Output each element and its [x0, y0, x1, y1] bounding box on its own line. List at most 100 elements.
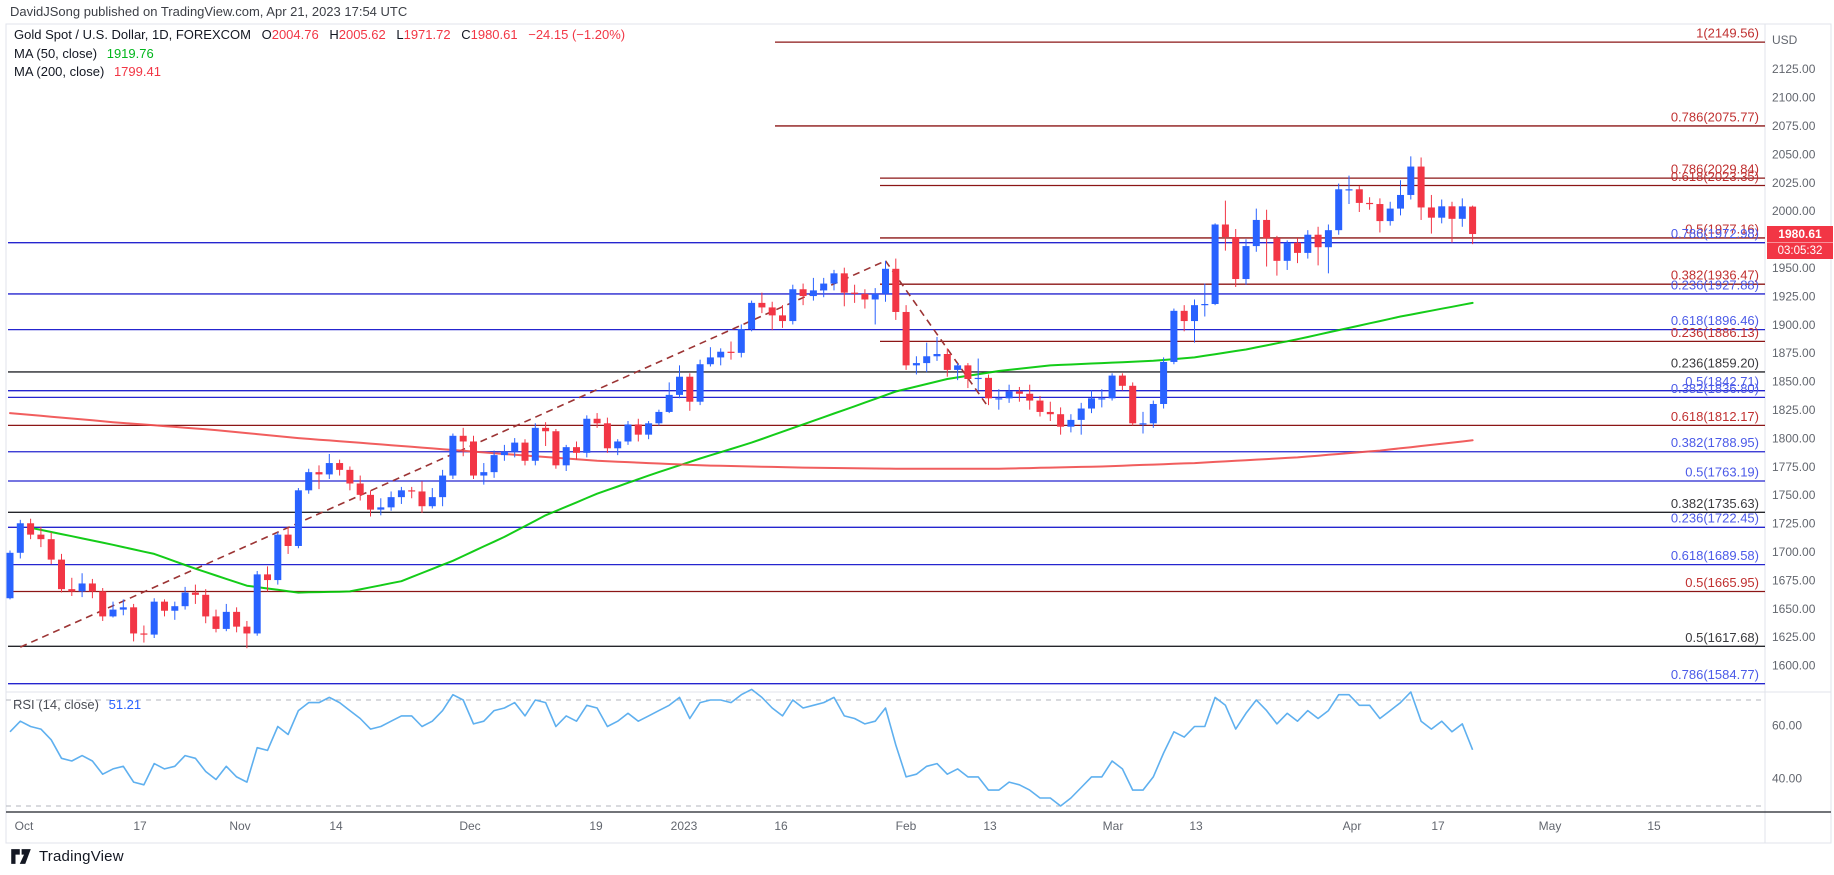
fib-label: 0.5(1665.95) — [1685, 575, 1759, 590]
candle-up — [1253, 220, 1260, 246]
candle-down — [1016, 391, 1023, 393]
candle-up — [1088, 398, 1095, 408]
candle-up — [1109, 376, 1116, 399]
candle-up — [934, 354, 941, 356]
price-tick-label: 2075.00 — [1772, 119, 1816, 133]
price-tick-label: 1825.00 — [1772, 403, 1816, 417]
fib-label: 0.786(1584.77) — [1671, 667, 1759, 682]
candle-up — [1067, 420, 1074, 427]
candle-up — [1150, 404, 1157, 423]
fib-label: 1(2149.56) — [1696, 26, 1759, 41]
chart-surface[interactable]: USD2125.002100.002075.002050.002025.0020… — [0, 0, 1834, 875]
chart-frame — [6, 24, 1831, 843]
currency-label: USD — [1772, 33, 1798, 47]
candle-down — [1181, 311, 1188, 321]
candle-up — [614, 441, 621, 448]
candle-down — [264, 574, 271, 580]
candle-up — [326, 463, 333, 474]
price-tick-label: 2125.00 — [1772, 62, 1816, 76]
time-axis-label: Apr — [1343, 819, 1362, 833]
candle-down — [1449, 206, 1456, 218]
candle-up — [110, 610, 117, 617]
price-tick-label: 2025.00 — [1772, 176, 1816, 190]
ma200-label: MA (200, close) — [14, 64, 104, 79]
candle-down — [460, 436, 467, 442]
candle-up — [913, 363, 920, 365]
candle-up — [975, 378, 982, 379]
price-tick-label: 1675.00 — [1772, 573, 1816, 587]
candle-up — [645, 423, 652, 434]
candle-up — [995, 398, 1002, 399]
candle-up — [666, 395, 673, 412]
candle-down — [89, 583, 96, 591]
candle-down — [769, 307, 776, 315]
candle-up — [1284, 243, 1291, 261]
time-axis-label: 19 — [589, 819, 603, 833]
candle-up — [1160, 362, 1167, 404]
candle-down — [1366, 203, 1373, 204]
candle-down — [964, 365, 971, 379]
rsi-line — [10, 689, 1473, 806]
candle-up — [120, 607, 127, 609]
price-tick-label: 2050.00 — [1772, 147, 1816, 161]
fib-label: 0.236(1886.13) — [1671, 325, 1759, 340]
candle-down — [1315, 235, 1322, 247]
candle-down — [522, 443, 529, 461]
candle-up — [439, 476, 446, 498]
candle-down — [573, 447, 580, 453]
price-tick-label: 1750.00 — [1772, 488, 1816, 502]
candle-down — [202, 595, 209, 617]
fib-label: 0.382(1836.80) — [1671, 381, 1759, 396]
candle-up — [707, 357, 714, 364]
candle-down — [1119, 376, 1126, 386]
candle-up — [388, 497, 395, 507]
change-value: −24.15 (−1.20%) — [528, 27, 625, 42]
candle-up — [254, 574, 261, 633]
candle-up — [1140, 423, 1147, 424]
time-axis-label: May — [1539, 819, 1562, 833]
bar-countdown: 03:05:32 — [1767, 242, 1833, 259]
candle-down — [1129, 386, 1136, 423]
candle-down — [728, 352, 735, 353]
candle-down — [552, 431, 559, 465]
candle-down — [99, 591, 106, 616]
candle-down — [243, 627, 250, 634]
candle-down — [1057, 414, 1064, 426]
candle-down — [1232, 237, 1239, 279]
price-tick-label: 1900.00 — [1772, 318, 1816, 332]
time-axis-label: 17 — [1431, 819, 1445, 833]
fib-label: 0.5(1763.19) — [1685, 464, 1759, 479]
rsi-tick-label: 60.00 — [1772, 719, 1802, 733]
candle-up — [151, 602, 158, 635]
candle-up — [511, 443, 518, 452]
tradingview-watermark[interactable]: TradingView — [10, 847, 124, 866]
candle-down — [892, 269, 899, 312]
candle-down — [1418, 167, 1425, 208]
price-tick-label: 1650.00 — [1772, 602, 1816, 616]
price-tick-label: 1775.00 — [1772, 460, 1816, 474]
ma200-line — [10, 413, 1473, 469]
candle-up — [1191, 305, 1198, 321]
price-tick-label: 1850.00 — [1772, 375, 1816, 389]
fib-label: 0.382(1788.95) — [1671, 435, 1759, 450]
fib-label: 0.236(1927.88) — [1671, 277, 1759, 292]
candle-up — [1212, 224, 1219, 304]
candle-up — [223, 612, 230, 629]
candle-up — [831, 273, 838, 283]
candle-up — [480, 472, 487, 475]
candle-up — [429, 497, 436, 506]
candle-down — [68, 589, 75, 591]
candle-down — [367, 495, 374, 510]
fib-label: 0.236(1859.20) — [1671, 355, 1759, 370]
candle-down — [1273, 238, 1280, 261]
last-price: 1980.61 — [1767, 226, 1833, 242]
candle-up — [697, 364, 704, 401]
candle-up — [1325, 230, 1332, 247]
candle-up — [491, 455, 498, 472]
candle-down — [1376, 204, 1383, 221]
trendline-dashed — [886, 261, 989, 408]
price-tick-label: 1925.00 — [1772, 289, 1816, 303]
candle-down — [1356, 189, 1363, 203]
price-tick-label: 2100.00 — [1772, 91, 1816, 105]
candle-down — [130, 607, 137, 633]
